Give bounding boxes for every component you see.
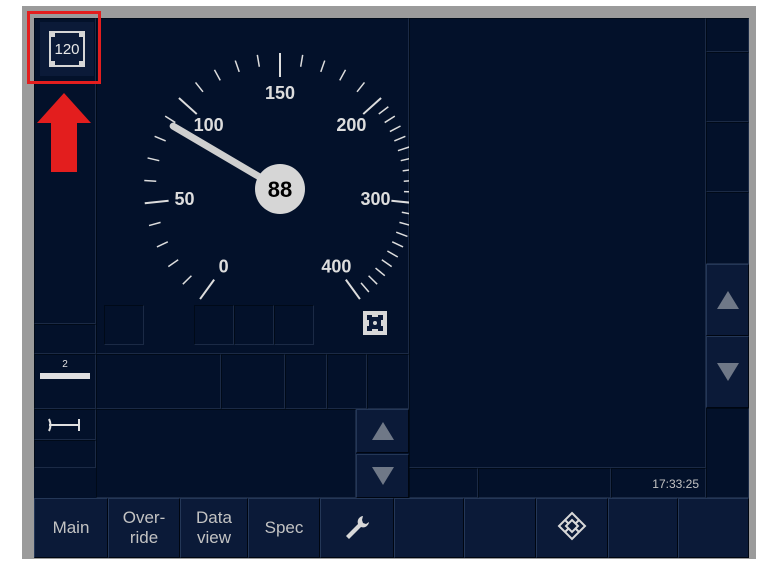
right-cell [706,122,749,192]
speed-label: 400 [321,257,351,277]
speed-tick [403,180,409,182]
spec-button[interactable]: Spec [248,498,320,558]
speed-tick [399,221,409,226]
settings-button[interactable] [320,498,394,558]
scroll-up-icon [716,291,739,309]
speed-label: 150 [265,83,295,103]
speedometer-dial: 0 50 100 150 200 300 400 88 [144,53,409,300]
menu-button-blank[interactable] [608,498,678,558]
speed-tick [401,211,409,215]
override-label-line1: Over- [122,508,166,527]
train-data-button[interactable] [536,498,608,558]
left-cell-bottom [34,440,96,468]
speed-tick [391,241,404,248]
speed-tick [144,179,157,182]
data-view-button[interactable]: Data view [180,498,248,558]
speed-tick [387,250,399,258]
speed-tick [213,69,221,81]
speed-tick [345,279,361,300]
speed-tick [381,259,393,268]
speed-tick [395,231,408,238]
speed-tick [234,60,240,73]
speed-tick [391,199,409,204]
speed-tick [299,54,304,67]
speed-tick [397,146,409,152]
speed-tick [144,199,169,205]
speed-label: 200 [336,115,366,135]
speed-tick [375,267,386,277]
right-cell [706,52,749,122]
speed-tick [154,135,166,142]
current-speed: 88 [268,177,292,202]
brake-bar [40,373,90,379]
wrench-icon [346,516,369,539]
planning-scale-up-button[interactable] [706,264,749,336]
speed-tick [320,60,326,73]
speed-tick [384,115,396,124]
speed-tick [362,97,382,115]
dmi-screen: 17:33:25 Main Over- ride Data view Spec [34,18,749,558]
speed-tick [394,135,406,142]
data-view-label-line1: Data [196,508,232,527]
override-button[interactable]: Over- ride [108,498,180,558]
info-cell [367,354,409,409]
brake-indicator: 2 [40,359,90,385]
main-button-label: Main [52,518,90,537]
clock: 17:33:25 [652,477,699,491]
speed-tick [402,169,409,172]
speed-tick [339,69,347,81]
info-cell [285,354,327,409]
menu-button-blank[interactable] [678,498,749,558]
message-scroll-up-button[interactable] [356,409,409,453]
speed-tick [400,157,409,162]
status-cell [478,468,611,498]
scroll-down-icon [716,363,739,381]
highlight-box [27,11,101,84]
info-cell [221,354,285,409]
speed-tick [167,259,179,268]
speed-tick [164,115,176,124]
right-cell [706,408,749,498]
speed-tick [147,157,160,162]
left-cell [34,324,96,354]
spec-button-label: Spec [264,518,304,537]
speed-tick [368,275,378,285]
message-scroll-down-button[interactable] [356,454,409,498]
right-cell [706,192,749,264]
override-label-line2: ride [129,528,159,547]
planning-area [409,18,706,468]
speed-tick [389,125,401,133]
brake-indicator-value: 2 [62,359,68,370]
speed-tick [194,81,204,93]
speed-tick [199,279,215,300]
speed-tick [148,221,161,227]
speed-tick [178,97,198,115]
clock-cell: 17:33:25 [611,468,706,498]
speed-tick [256,54,261,67]
info-cell [96,354,221,409]
right-cell [706,18,749,52]
arrow-up-icon [37,93,91,172]
speed-tick [182,275,192,285]
speed-label: 0 [219,257,229,277]
info-cell [327,354,367,409]
speed-label: 100 [194,115,224,135]
speed-tick [378,106,389,115]
speed-tick [156,241,169,248]
main-button[interactable]: Main [34,498,108,558]
speed-label: 300 [360,189,390,209]
train-data-icon [557,511,587,541]
menu-button-blank[interactable] [464,498,536,558]
message-area [96,409,356,498]
scroll-up-icon [371,422,394,440]
speed-tick [360,282,370,293]
distance-icon [48,418,80,432]
scroll-down-icon [371,467,394,485]
speed-label: 50 [175,189,195,209]
data-view-label-line2: view [196,528,231,547]
planning-scale-down-button[interactable] [706,336,749,408]
speed-tick [356,81,366,93]
status-cell [409,468,478,498]
menu-button-blank[interactable] [394,498,464,558]
